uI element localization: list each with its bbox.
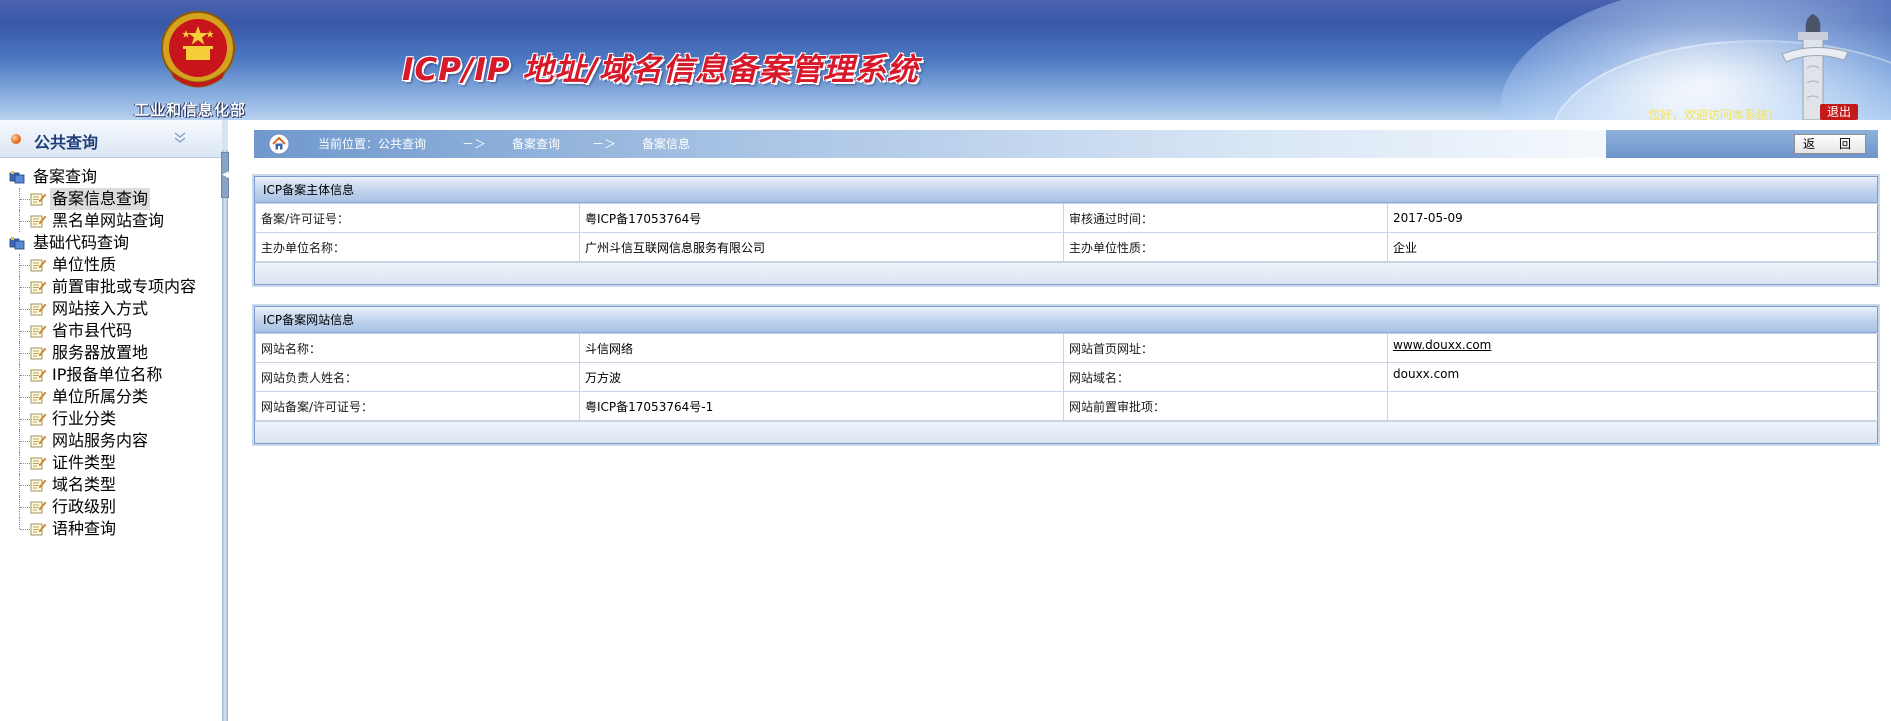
site-name-value: 斗信网络 xyxy=(579,333,1064,363)
sidebar-item-label: 语种查询 xyxy=(52,519,117,538)
sponsor-nature-label: 主办单位性质： xyxy=(1063,232,1388,262)
back-button[interactable]: 返 回 xyxy=(1794,134,1866,154)
edit-document-icon xyxy=(30,479,46,492)
sidebar-item-label: 网站接入方式 xyxy=(52,299,149,318)
header-banner xyxy=(0,0,1891,120)
homepage-url-cell: www.douxx.com xyxy=(1387,333,1880,363)
edit-document-icon xyxy=(30,435,46,448)
books-icon xyxy=(9,237,25,250)
table-row: 主办单位名称： 广州斗信互联网信息服务有限公司 主办单位性质： 企业 xyxy=(255,232,1880,262)
edit-document-icon xyxy=(30,281,46,294)
sidebar-item-label: 服务器放置地 xyxy=(52,343,149,362)
edit-document-icon xyxy=(30,369,46,382)
subject-info-table: 备案/许可证号： 粤ICP备17053764号 审核通过时间： 2017-05-… xyxy=(255,203,1880,262)
edit-document-icon xyxy=(30,215,46,228)
sponsor-nature-value: 企业 xyxy=(1387,232,1880,262)
table-row: 备案/许可证号： 粤ICP备17053764号 审核通过时间： 2017-05-… xyxy=(255,203,1880,233)
home-icon[interactable] xyxy=(268,133,290,155)
panel-title: ICP备案主体信息 xyxy=(255,177,1877,203)
approval-date-label: 审核通过时间： xyxy=(1063,203,1388,233)
sidebar-title: 公共查询 xyxy=(34,133,99,152)
logout-button[interactable]: 退出 xyxy=(1820,104,1858,120)
sponsor-name-value: 广州斗信互联网信息服务有限公司 xyxy=(579,232,1064,262)
sidebar-item-label: IP报备单位名称 xyxy=(52,365,163,384)
panel-footer xyxy=(255,262,1877,284)
pre-approval-value xyxy=(1387,391,1880,421)
breadcrumb-separator: －＞ xyxy=(462,137,487,151)
ministry-name: 工业和信息化部 xyxy=(134,101,247,119)
site-domain-label: 网站域名： xyxy=(1063,362,1388,392)
site-manager-value: 万方波 xyxy=(579,362,1064,392)
sidebar-splitter[interactable] xyxy=(222,150,228,721)
edit-document-icon xyxy=(30,391,46,404)
edit-document-icon xyxy=(30,413,46,426)
table-row: 网站备案/许可证号： 粤ICP备17053764号-1 网站前置审批项： xyxy=(255,391,1880,421)
sponsor-name-label: 主办单位名称： xyxy=(255,232,580,262)
orange-dot-icon xyxy=(11,134,21,144)
sidebar-item-label: 域名类型 xyxy=(52,475,117,494)
table-row: 网站负责人姓名： 万方波 网站域名： douxx.com xyxy=(255,362,1880,392)
double-chevron-up-icon[interactable] xyxy=(172,129,188,145)
panel-title: ICP备案网站信息 xyxy=(255,307,1877,333)
panel-footer xyxy=(255,421,1877,443)
national-emblem-icon xyxy=(161,11,235,88)
sidebar-header: 公共查询 xyxy=(0,120,222,158)
site-license-value: 粤ICP备17053764号-1 xyxy=(579,391,1064,421)
pre-approval-label: 网站前置审批项： xyxy=(1063,391,1388,421)
edit-document-icon xyxy=(30,457,46,470)
edit-document-icon xyxy=(30,501,46,514)
edit-document-icon xyxy=(30,303,46,316)
edit-document-icon xyxy=(30,347,46,360)
homepage-url-link[interactable]: www.douxx.com xyxy=(1393,338,1491,352)
sidebar-item-label: 行政级别 xyxy=(52,497,117,516)
system-title: ICP/IP 地址/域名信息备案管理系统 xyxy=(402,52,919,88)
edit-document-icon xyxy=(30,259,46,272)
site-name-label: 网站名称： xyxy=(255,333,580,363)
site-manager-label: 网站负责人姓名： xyxy=(255,362,580,392)
sidebar-item-label: 前置审批或专项内容 xyxy=(52,277,197,296)
site-domain-value: douxx.com xyxy=(1387,362,1880,392)
breadcrumb xyxy=(254,130,1610,158)
filing-number-value: 粤ICP备17053764号 xyxy=(579,203,1064,233)
table-row: 网站名称： 斗信网络 网站首页网址： www.douxx.com xyxy=(255,333,1880,363)
sidebar-item-label: 行业分类 xyxy=(52,409,117,428)
site-license-label: 网站备案/许可证号： xyxy=(255,391,580,421)
books-icon xyxy=(9,171,25,184)
welcome-text: 您好，欢迎访问本系统！ xyxy=(1648,108,1781,122)
edit-document-icon xyxy=(30,325,46,338)
edit-document-icon xyxy=(30,523,46,536)
homepage-url-label: 网站首页网址： xyxy=(1063,333,1388,363)
edit-document-icon xyxy=(30,193,46,206)
sidebar-item-label: 省市县代码 xyxy=(52,321,133,340)
website-info-table: 网站名称： 斗信网络 网站首页网址： www.douxx.com 网站负责人姓名… xyxy=(255,333,1880,421)
website-info-panel: ICP备案网站信息 网站名称： 斗信网络 网站首页网址： www.douxx.c… xyxy=(254,306,1880,444)
collapse-arrow-icon[interactable]: ◀ xyxy=(221,152,229,198)
sidebar-item-label: 备案信息查询 xyxy=(50,188,151,210)
subject-info-panel: ICP备案主体信息 备案/许可证号： 粤ICP备17053764号 审核通过时间… xyxy=(254,176,1880,285)
tree-group-label: 基础代码查询 xyxy=(33,233,130,252)
sidebar-item-label: 证件类型 xyxy=(52,453,117,472)
sidebar-item-label: 网站服务内容 xyxy=(52,431,149,450)
filing-number-label: 备案/许可证号： xyxy=(255,203,580,233)
breadcrumb-filing-info: 备案信息 xyxy=(642,137,691,151)
breadcrumb-current-location: 当前位置：公共查询 xyxy=(318,137,427,151)
sidebar-item-label: 单位性质 xyxy=(52,255,117,274)
sidebar-item-label: 单位所属分类 xyxy=(52,387,149,406)
sidebar-item-label: 黑名单网站查询 xyxy=(52,211,165,230)
approval-date-value: 2017-05-09 xyxy=(1387,203,1880,233)
breadcrumb-filing-query[interactable]: 备案查询 xyxy=(512,136,560,152)
tree-group-label: 备案查询 xyxy=(33,167,98,186)
sidebar: 公共查询 备案查询 备案信息查询 黑名单网站查询 基础代码查询 单位性质 前置审… xyxy=(0,120,222,721)
breadcrumb-separator: －＞ xyxy=(592,137,617,151)
splitter-top xyxy=(222,120,228,150)
